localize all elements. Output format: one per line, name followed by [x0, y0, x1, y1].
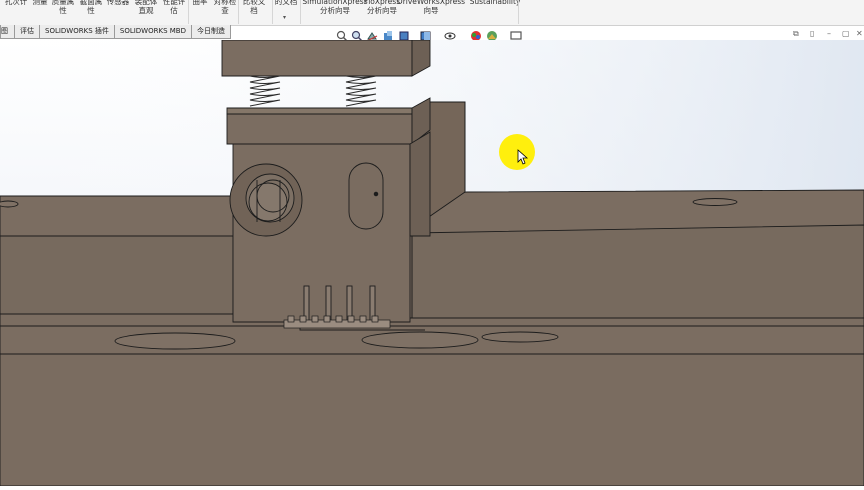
- ribbon-button[interactable]: 传感器: [107, 0, 130, 6]
- tab-4[interactable]: 今日制造: [190, 25, 231, 39]
- tab-0[interactable]: 图: [0, 25, 15, 39]
- scenes-icon[interactable]: [486, 27, 498, 41]
- zoom-to-fit-icon[interactable]: [336, 27, 348, 42]
- edit-appearance-icon[interactable]: [470, 27, 482, 41]
- ribbon-separator: [518, 0, 519, 24]
- restore-icon[interactable]: ⧉: [793, 29, 799, 39]
- ribbon-separator: [188, 0, 189, 24]
- command-manager-tabs: 图评估 SOLIDWORKS 插件 SOLIDWORKS MBD 今日制造: [0, 25, 231, 39]
- maximize-icon[interactable]: ▢: [842, 29, 850, 38]
- hide-show-icon[interactable]: [444, 27, 456, 40]
- graphics-viewport[interactable]: [0, 39, 864, 487]
- command-manager-ribbon: 孔次计 测量 质量属 性截面属 性传感器 装配体 直观 性能评 估 曲率 对称检 查比较文 …: [0, 0, 864, 26]
- tab-3[interactable]: SOLIDWORKS MBD: [113, 25, 192, 39]
- ribbon-button[interactable]: Sustainability: [470, 0, 521, 6]
- ribbon-button[interactable]: 装配体 直观: [135, 0, 158, 15]
- ribbon-button[interactable]: SimulationXpress 分析向导: [302, 0, 367, 15]
- ribbon-button[interactable]: 的文档: [275, 0, 298, 6]
- minimize-icon[interactable]: –: [827, 29, 831, 38]
- tab-1[interactable]: 评估: [14, 25, 40, 39]
- tab-2[interactable]: SOLIDWORKS 插件: [39, 25, 115, 39]
- ribbon-button[interactable]: 质量属 性: [52, 0, 75, 15]
- dropdown-arrow-icon[interactable]: ▾: [283, 14, 286, 21]
- ribbon-button[interactable]: 截面属 性: [80, 0, 103, 15]
- ribbon-button[interactable]: 测量: [33, 0, 48, 6]
- view-settings-icon[interactable]: [510, 27, 522, 42]
- ribbon-button[interactable]: 性能评 估: [163, 0, 186, 15]
- tile-icon[interactable]: ▯: [810, 29, 814, 38]
- view-orientation-icon[interactable]: [398, 27, 410, 41]
- ribbon-button[interactable]: 比较文 档: [243, 0, 266, 15]
- previous-view-icon[interactable]: [366, 27, 378, 42]
- close-icon[interactable]: ✕: [856, 29, 863, 38]
- ribbon-button[interactable]: DriveWorksXpress 向导: [397, 0, 465, 15]
- zoom-area-icon[interactable]: [351, 27, 363, 42]
- ribbon-button[interactable]: 孔次计: [5, 0, 28, 6]
- display-style-icon[interactable]: [420, 27, 432, 41]
- cursor-highlight: [499, 134, 535, 170]
- ribbon-button[interactable]: 对称检 查: [214, 0, 237, 15]
- section-view-icon[interactable]: [382, 27, 394, 41]
- ribbon-separator: [300, 0, 301, 24]
- ribbon-button[interactable]: FloXpress 分析向导: [364, 0, 400, 15]
- ribbon-separator: [272, 0, 273, 24]
- ribbon-separator: [238, 0, 239, 24]
- ribbon-button[interactable]: 曲率: [193, 0, 208, 6]
